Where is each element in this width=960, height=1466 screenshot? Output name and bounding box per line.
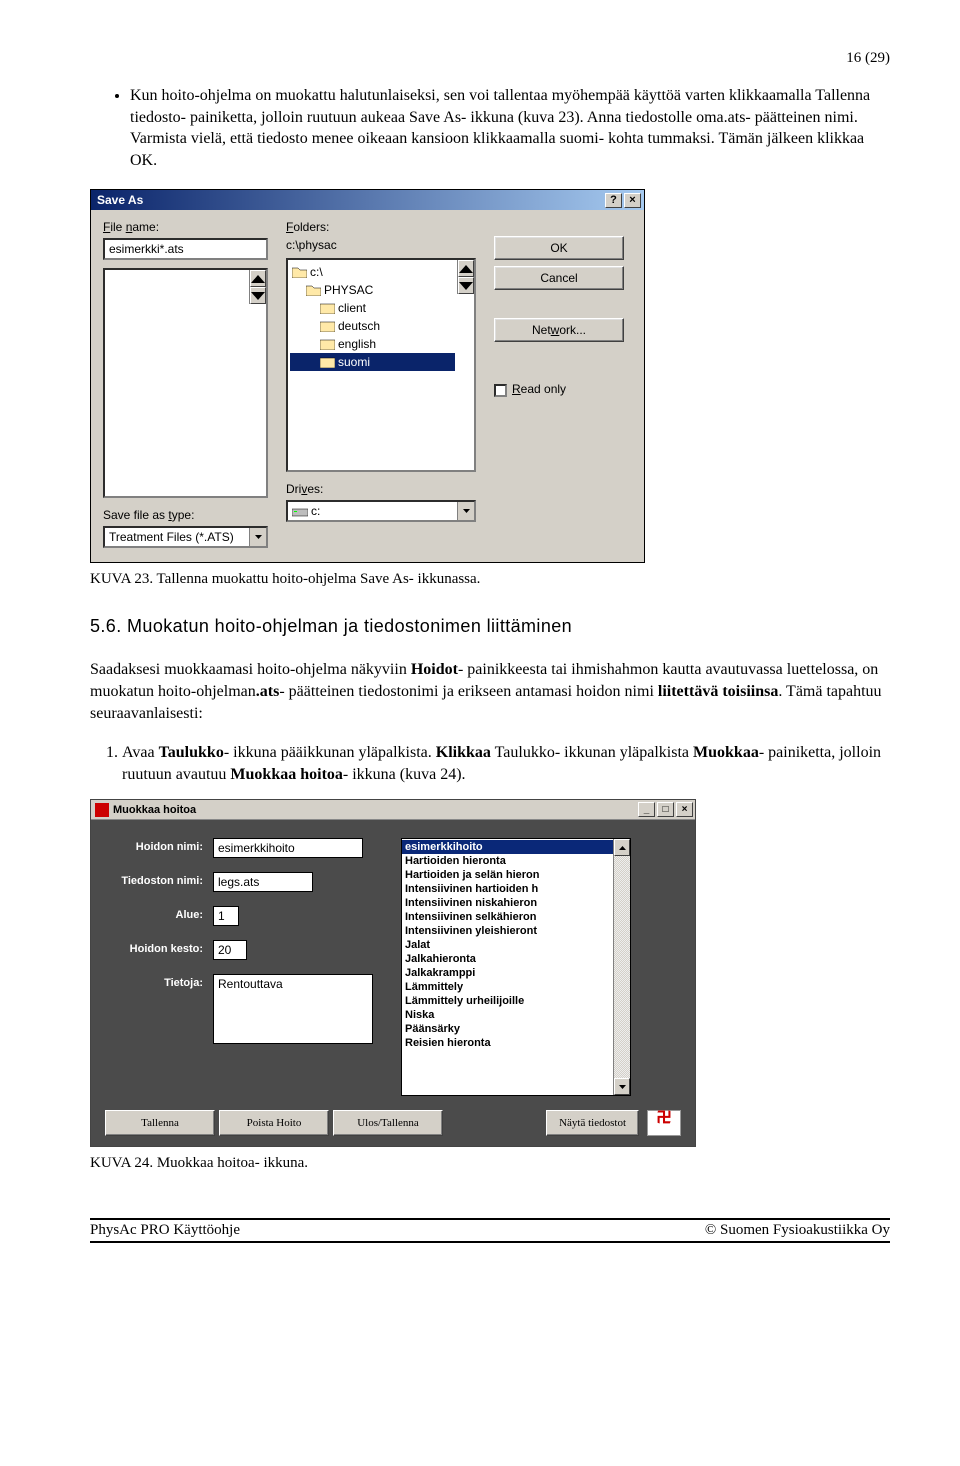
tiedoston-nimi-input[interactable]: legs.ats: [213, 872, 313, 892]
step-1: Avaa Taulukko- ikkuna pääikkunan yläpalk…: [122, 742, 890, 785]
figure-24-caption: KUVA 24. Muokkaa hoitoa- ikkuna.: [90, 1155, 890, 1172]
tree-item[interactable]: deutsch: [290, 317, 455, 335]
scroll-down-icon[interactable]: [614, 1078, 630, 1095]
list-item[interactable]: esimerkkihoito: [402, 840, 613, 854]
file-list[interactable]: [103, 268, 268, 498]
alue-label: Alue:: [105, 906, 203, 921]
read-only-checkbox[interactable]: Read only: [494, 382, 624, 396]
drives-label: Drives:: [286, 482, 476, 496]
list-item[interactable]: Niska: [402, 1008, 613, 1022]
list-item[interactable]: Lämmittely: [402, 980, 613, 994]
maximize-icon[interactable]: □: [657, 802, 674, 817]
scroll-down-icon[interactable]: [250, 287, 266, 304]
close-icon[interactable]: ×: [676, 802, 693, 817]
tree-item-label: suomi: [338, 355, 370, 369]
save-as-title: Save As: [97, 193, 603, 207]
scroll-up-icon[interactable]: [250, 270, 266, 287]
save-as-dialog: Save As ? × File name: esimerkki*.ats: [90, 189, 645, 563]
minimize-icon[interactable]: _: [638, 802, 655, 817]
poista-hoito-button[interactable]: Poista Hoito: [219, 1110, 329, 1136]
tree-item[interactable]: english: [290, 335, 455, 353]
tietoja-input[interactable]: Rentouttava: [213, 974, 373, 1044]
list-item[interactable]: Jalat: [402, 938, 613, 952]
tree-item[interactable]: client: [290, 299, 455, 317]
folder-tree[interactable]: c:\ PHYSAC client deutsch: [286, 258, 476, 472]
muokkaa-title: Muokkaa hoitoa: [113, 804, 636, 816]
tree-item-label: client: [338, 301, 366, 315]
folders-label: Folders:: [286, 220, 476, 234]
list-item[interactable]: Reisien hieronta: [402, 1036, 613, 1050]
footer-left: PhysAc PRO Käyttöohje: [90, 1222, 240, 1239]
bullet-list: Kun hoito-ohjelma on muokattu halutunlai…: [90, 85, 890, 171]
checkbox-icon[interactable]: [494, 384, 507, 397]
save-type-value: Treatment Files (*.ATS): [105, 530, 249, 544]
hoidon-nimi-input[interactable]: esimerkkihoito: [213, 838, 363, 858]
scrollbar[interactable]: [613, 839, 630, 1095]
hoidon-kesto-label: Hoidon kesto:: [105, 940, 203, 955]
scrollbar[interactable]: [249, 270, 266, 304]
file-name-input[interactable]: esimerkki*.ats: [103, 238, 268, 260]
tietoja-label: Tietoja:: [105, 974, 203, 989]
list-item[interactable]: Intensiivinen niskahieron: [402, 896, 613, 910]
list-item[interactable]: Intensiivinen hartioiden h: [402, 882, 613, 896]
list-item[interactable]: Hartioiden hieronta: [402, 854, 613, 868]
bullet-item: Kun hoito-ohjelma on muokattu halutunlai…: [130, 85, 890, 171]
folders-path: c:\physac: [286, 238, 476, 252]
scrollbar[interactable]: [457, 260, 474, 294]
muokkaa-titlebar: Muokkaa hoitoa _ □ ×: [91, 800, 695, 820]
hoidon-kesto-input[interactable]: 20: [213, 940, 247, 960]
list-item[interactable]: Jalkahieronta: [402, 952, 613, 966]
numbered-list: Avaa Taulukko- ikkuna pääikkunan yläpalk…: [90, 742, 890, 785]
scroll-down-icon[interactable]: [458, 277, 474, 294]
scroll-up-icon[interactable]: [458, 260, 474, 277]
tree-physac[interactable]: PHYSAC: [290, 281, 455, 299]
tree-root[interactable]: c:\: [290, 263, 455, 281]
nextwave-logo: ࿖: [647, 1110, 681, 1136]
muokkaa-hoitoa-dialog: Muokkaa hoitoa _ □ × Hoidon nimi: esimer…: [90, 799, 696, 1147]
tallenna-button[interactable]: Tallenna: [105, 1110, 215, 1136]
paragraph-1: Saadaksesi muokkaamasi hoito-ohjelma näk…: [90, 659, 890, 724]
page-footer: PhysAc PRO Käyttöohje © Suomen Fysioakus…: [90, 1218, 890, 1243]
tiedoston-nimi-label: Tiedoston nimi:: [105, 872, 203, 887]
list-item[interactable]: Jalkakramppi: [402, 966, 613, 980]
section-heading: 5.6. Muokatun hoito-ohjelman ja tiedosto…: [90, 616, 890, 637]
close-icon[interactable]: ×: [624, 193, 641, 208]
bullet-text: Kun hoito-ohjelma on muokattu halutunlai…: [130, 87, 870, 169]
cancel-button[interactable]: Cancel: [494, 266, 624, 290]
page-number: 16 (29): [90, 50, 890, 67]
figure-23-caption: KUVA 23. Tallenna muokattu hoito-ohjelma…: [90, 571, 890, 588]
app-icon: [95, 803, 109, 817]
save-type-combo[interactable]: Treatment Files (*.ATS): [103, 526, 268, 548]
tree-item-label: deutsch: [338, 319, 380, 333]
chevron-down-icon[interactable]: [249, 528, 266, 546]
list-item[interactable]: Intensiivinen selkähieron: [402, 910, 613, 924]
list-item[interactable]: Päänsärky: [402, 1022, 613, 1036]
save-type-label: Save file as type:: [103, 508, 268, 522]
save-as-titlebar: Save As ? ×: [91, 190, 644, 210]
drives-value: c:: [288, 504, 457, 518]
tree-root-label: c:\: [310, 265, 323, 279]
list-item[interactable]: Hartioiden ja selän hieron: [402, 868, 613, 882]
nayta-tiedostot-button[interactable]: Näytä tiedostot: [546, 1110, 639, 1136]
chevron-down-icon[interactable]: [457, 502, 474, 520]
tree-physac-label: PHYSAC: [324, 283, 373, 297]
drives-combo[interactable]: c:: [286, 500, 476, 522]
ok-button[interactable]: OK: [494, 236, 624, 260]
tree-item-selected[interactable]: suomi: [290, 353, 455, 371]
file-name-label: File name:: [103, 220, 268, 234]
list-item[interactable]: Lämmittely urheilijoille: [402, 994, 613, 1008]
help-icon[interactable]: ?: [605, 193, 622, 208]
ulos-tallenna-button[interactable]: Ulos/Tallenna: [333, 1110, 443, 1136]
footer-right: © Suomen Fysioakustiikka Oy: [705, 1222, 890, 1239]
scroll-up-icon[interactable]: [614, 839, 630, 856]
network-button[interactable]: Network...: [494, 318, 624, 342]
hoito-listbox[interactable]: esimerkkihoitoHartioiden hierontaHartioi…: [401, 838, 631, 1096]
tree-item-label: english: [338, 337, 376, 351]
alue-input[interactable]: 1: [213, 906, 239, 926]
list-item[interactable]: Intensiivinen yleishieront: [402, 924, 613, 938]
hoidon-nimi-label: Hoidon nimi:: [105, 838, 203, 853]
